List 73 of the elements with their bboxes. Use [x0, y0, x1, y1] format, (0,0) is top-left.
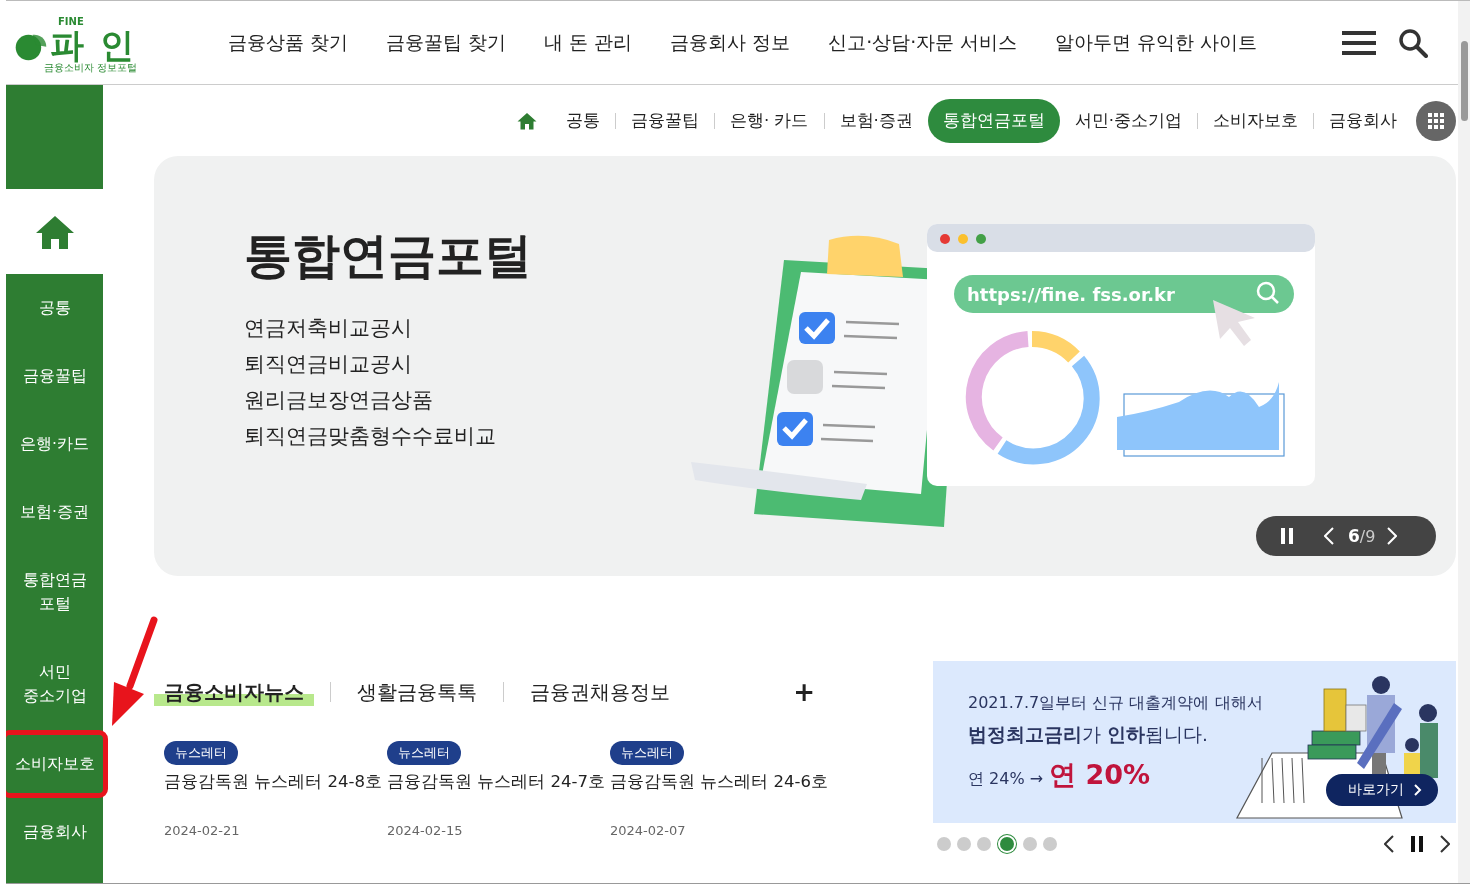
news-date: 2024-02-15: [387, 823, 463, 838]
news-title[interactable]: 금융감독원 뉴스레터 24-7호: [387, 771, 605, 793]
chevron-right-icon[interactable]: [1440, 835, 1450, 853]
chevron-left-icon: [1324, 527, 1334, 545]
pagination-dot[interactable]: [957, 837, 971, 851]
home-icon[interactable]: [517, 111, 537, 130]
category-tab[interactable]: 통합연금포털: [927, 98, 1060, 143]
hero-title: 통합연금포털: [244, 226, 533, 284]
nav-link[interactable]: 내 돈 관리: [544, 29, 633, 56]
category-tab[interactable]: 금융회사: [1314, 98, 1412, 143]
sidebar-item[interactable]: 소비자보호: [6, 730, 108, 798]
pagination-dot[interactable]: [977, 837, 991, 851]
promo-headline: 법정최고금리가 인하됩니다.: [968, 723, 1209, 747]
category-badge: 뉴스레터: [610, 741, 684, 765]
chevron-left-icon[interactable]: [1384, 835, 1394, 853]
pagination-dot[interactable]: [937, 837, 951, 851]
pagination-dot[interactable]: [1023, 837, 1037, 851]
category-badge: 뉴스레터: [387, 741, 461, 765]
news-tab[interactable]: 생활금융톡톡: [347, 678, 487, 706]
go-button[interactable]: 바로가기: [1326, 774, 1438, 806]
slide-total: /9: [1359, 526, 1376, 546]
hero-link[interactable]: 퇴직연금맞춤형수수료비교: [244, 418, 689, 454]
sidebar-item[interactable]: 은행·카드: [6, 410, 103, 478]
category-tab[interactable]: 소비자보호: [1198, 98, 1313, 143]
logo-tagline: 금융소비자 정보포털: [44, 62, 139, 73]
search-icon[interactable]: [1398, 27, 1428, 58]
news-title[interactable]: 금융감독원 뉴스레터 24-8호: [164, 771, 382, 793]
new-rate-text: 연 20%: [1049, 758, 1151, 792]
home-icon: [34, 213, 75, 250]
nav-link[interactable]: 금융상품 찾기: [228, 29, 349, 56]
sidebar-item[interactable]: 서민 중소기업: [6, 638, 103, 730]
hero-link[interactable]: 원리금보장연금상품: [244, 382, 689, 418]
search-icon: [1256, 281, 1279, 304]
sidebar-item[interactable]: 통합연금 포털: [6, 546, 103, 638]
nav-link[interactable]: 금융꿀팁 찾기: [386, 29, 507, 56]
url-text: https://fine. fss.or.kr: [967, 284, 1175, 305]
sidebar-item[interactable]: 보험·증권: [6, 478, 103, 546]
nav-link[interactable]: 알아두면 유익한 사이트: [1055, 29, 1258, 56]
old-rate-text: 연 24% →: [968, 769, 1044, 790]
category-tab[interactable]: 보험·증권: [824, 98, 928, 143]
scroll-thumb[interactable]: [1461, 41, 1468, 121]
category-badge: 뉴스레터: [164, 741, 238, 765]
cursor-icon: [1213, 300, 1255, 346]
pause-icon[interactable]: [1410, 836, 1424, 852]
news-tab[interactable]: 금융권채용정보: [520, 678, 680, 706]
category-tab[interactable]: 금융꿀팁: [616, 98, 714, 143]
news-title[interactable]: 금융감독원 뉴스레터 24-6호: [610, 771, 828, 793]
scrollbar[interactable]: [1458, 1, 1470, 883]
menu-icon[interactable]: [1342, 30, 1376, 55]
chevron-right-icon: [1387, 527, 1398, 545]
news-date: 2024-02-21: [164, 823, 240, 838]
hero-link[interactable]: 퇴직연금비교공시: [244, 346, 689, 382]
category-tab[interactable]: 은행· 카드: [715, 98, 824, 143]
grid-menu-icon[interactable]: [1416, 100, 1456, 141]
category-tab[interactable]: 공통: [551, 98, 615, 143]
pagination-dot[interactable]: [1000, 837, 1014, 851]
promo-text: 2021.7.7일부터 신규 대출계약에 대해서: [968, 693, 1264, 714]
sidebar-item[interactable]: 금융회사: [6, 798, 103, 866]
more-link[interactable]: +: [793, 677, 815, 707]
pagination-dot[interactable]: [1043, 837, 1057, 851]
sidebar-item[interactable]: 금융꿀팁: [6, 342, 103, 410]
hero-link[interactable]: 연금저축비교공시: [244, 310, 689, 346]
sidebar-item[interactable]: 공통: [6, 274, 103, 342]
pause-icon: [1280, 528, 1294, 544]
nav-link[interactable]: 신고·상담·자문 서비스: [828, 29, 1018, 56]
category-tab[interactable]: 서민·중소기업: [1059, 98, 1197, 143]
nav-link[interactable]: 금융회사 정보: [670, 29, 791, 56]
logo-text[interactable]: 파 인: [50, 26, 136, 63]
chevron-right-icon: [1414, 784, 1422, 796]
news-date: 2024-02-07: [610, 823, 686, 838]
slide-number: 6: [1348, 526, 1360, 546]
logo-caption: FINE: [58, 16, 85, 27]
window-dots-icon: [940, 234, 986, 244]
